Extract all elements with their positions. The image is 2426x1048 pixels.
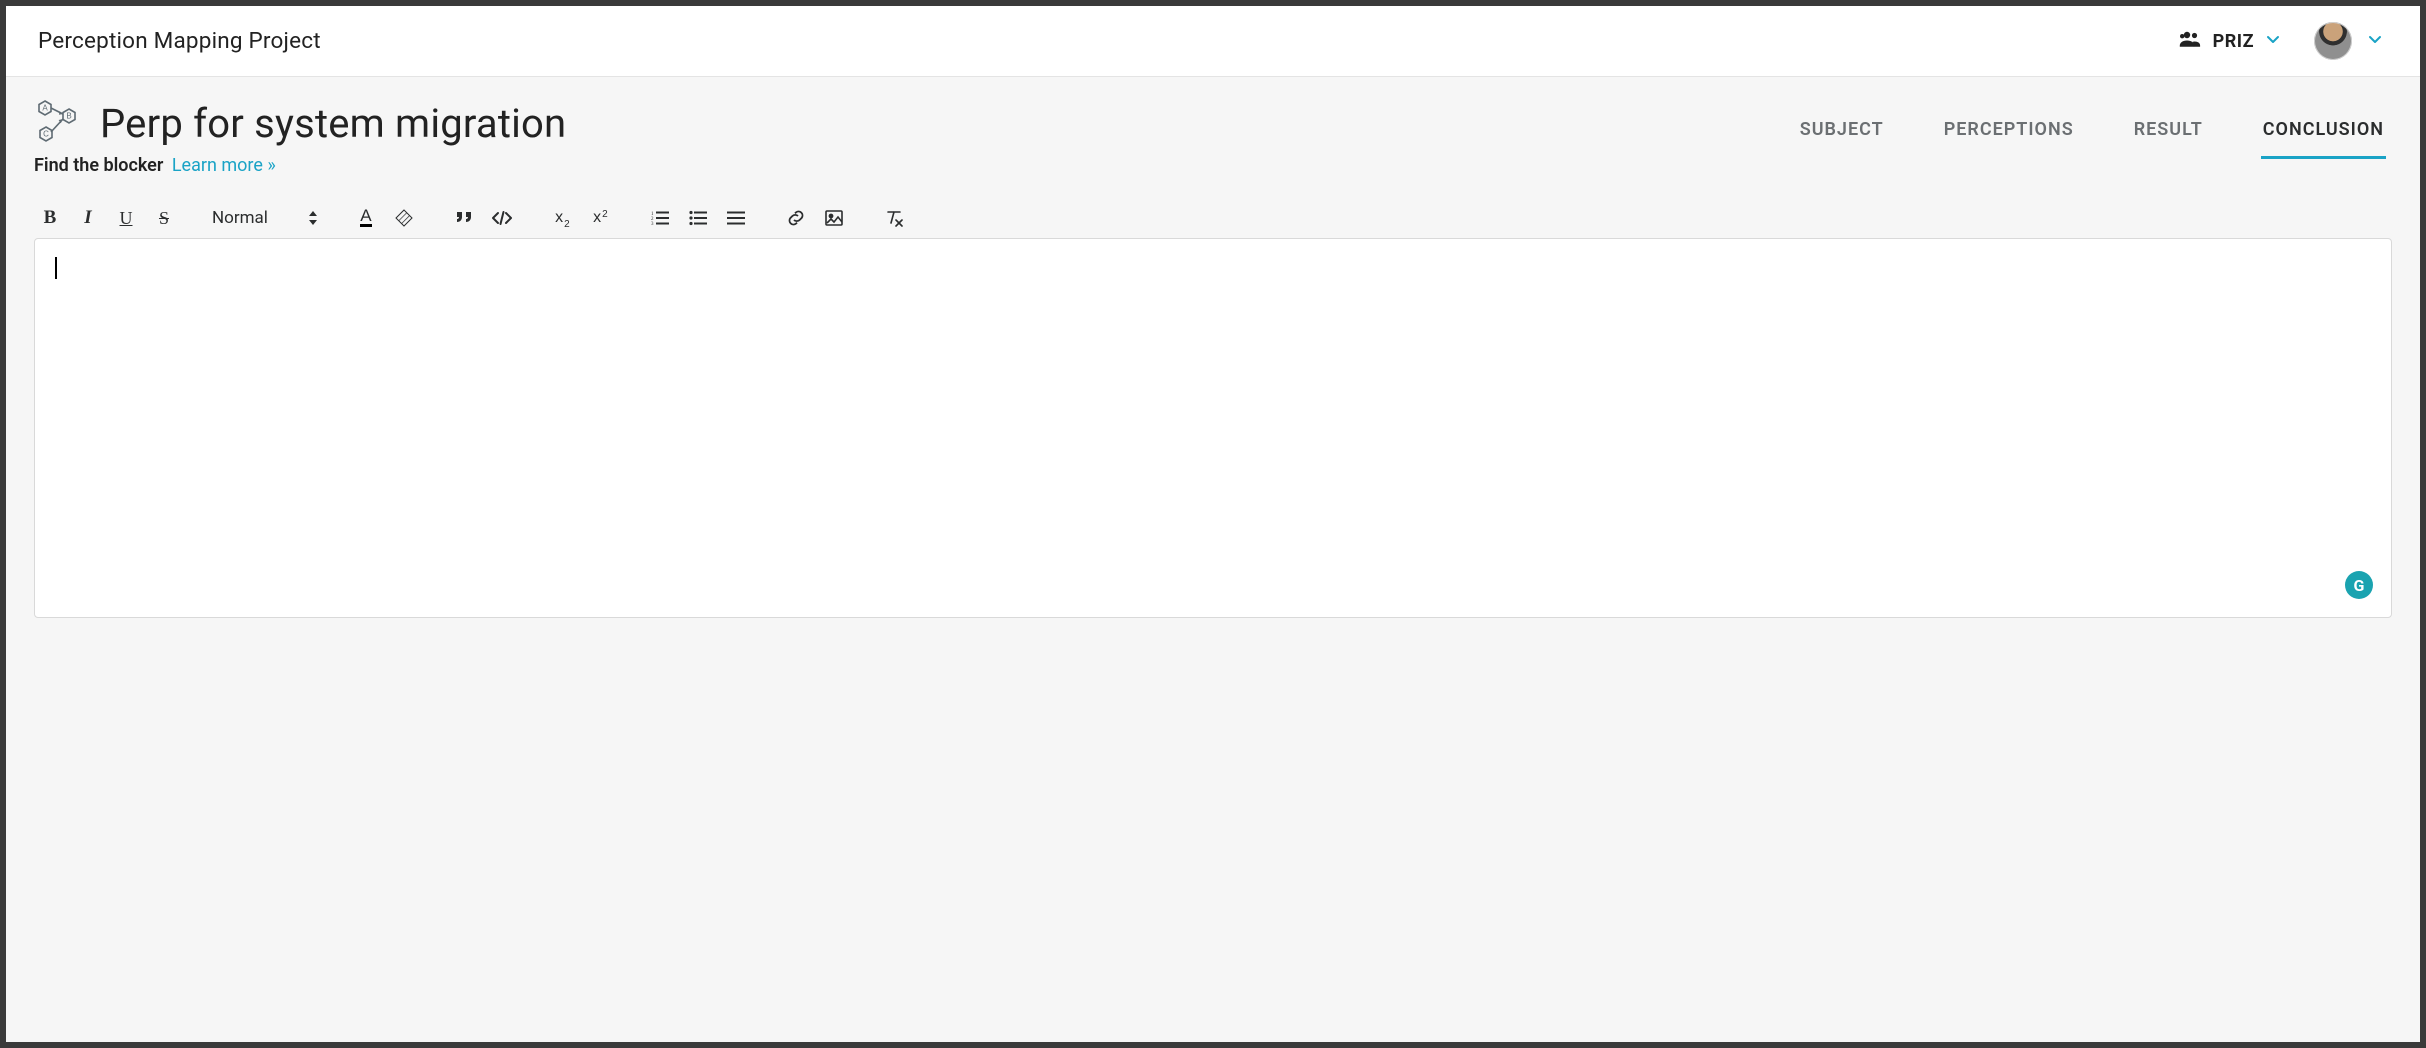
topbar-right: PRIZ <box>2173 20 2388 62</box>
toolbar-group-clear <box>882 206 906 230</box>
subtitle-strong: Find the blocker <box>34 155 163 176</box>
learn-more-link[interactable]: Learn more » <box>172 155 276 176</box>
superscript-button[interactable]: x2 <box>588 206 612 230</box>
toolbar-group-format: Normal <box>212 208 354 228</box>
svg-text:C: C <box>43 130 49 139</box>
svg-text:B: B <box>66 112 71 121</box>
toolbar-group-basic: B I U S <box>38 206 212 230</box>
select-caret-icon <box>308 210 318 226</box>
toolbar-group-insert <box>452 206 550 230</box>
blockquote-button[interactable] <box>452 206 476 230</box>
clear-format-button[interactable] <box>882 206 906 230</box>
image-button[interactable] <box>822 206 846 230</box>
tabs: SUBJECT PERCEPTIONS RESULT CONCLUSION <box>1798 99 2392 159</box>
subscript-button[interactable]: x2 <box>550 206 574 230</box>
italic-button[interactable]: I <box>76 206 100 230</box>
toolbar-group-script: x2 x2 <box>550 206 648 230</box>
editor-box: G <box>34 238 2392 618</box>
page-title-row: A B C Perp for system migration <box>34 99 566 147</box>
underline-button[interactable]: U <box>114 206 138 230</box>
toolbar-group-lists: 123 <box>648 206 784 230</box>
page-head-left: A B C Perp for system migration Find the… <box>34 99 566 176</box>
tab-conclusion[interactable]: CONCLUSION <box>2261 113 2386 159</box>
ordered-list-button[interactable]: 123 <box>648 206 672 230</box>
svg-text:3: 3 <box>651 222 654 226</box>
project-title: Perception Mapping Project <box>38 28 321 54</box>
editor-textarea[interactable] <box>55 257 2371 597</box>
toolbar-group-color: A <box>354 206 452 230</box>
chevron-down-icon <box>2264 30 2282 52</box>
page-subtitle: Find the blocker Learn more » <box>34 155 566 176</box>
avatar <box>2314 22 2352 60</box>
editor-toolbar: B I U S Normal A <box>34 202 2392 238</box>
content-area: A B C Perp for system migration Find the… <box>6 77 2420 1042</box>
workspace-label: PRIZ <box>2213 31 2254 52</box>
code-block-button[interactable] <box>490 206 514 230</box>
topbar: Perception Mapping Project PRIZ <box>6 6 2420 77</box>
grammarly-badge[interactable]: G <box>2345 571 2373 599</box>
link-button[interactable] <box>784 206 808 230</box>
text-cursor <box>55 257 57 279</box>
svg-text:A: A <box>42 104 48 113</box>
format-select[interactable]: Normal <box>212 208 318 228</box>
tab-perceptions[interactable]: PERCEPTIONS <box>1942 113 2076 159</box>
bullet-list-button[interactable] <box>686 206 710 230</box>
format-select-label: Normal <box>212 208 268 228</box>
workspace-switcher[interactable]: PRIZ <box>2173 26 2288 56</box>
grammarly-glyph: G <box>2354 576 2365 595</box>
bold-button[interactable]: B <box>38 206 62 230</box>
app-frame: Perception Mapping Project PRIZ <box>6 6 2420 1042</box>
page-title: Perp for system migration <box>100 100 566 147</box>
editor: B I U S Normal A <box>34 202 2392 618</box>
toolbar-group-media <box>784 206 882 230</box>
user-menu[interactable] <box>2310 20 2388 62</box>
text-color-button[interactable]: A <box>354 206 378 230</box>
tab-subject[interactable]: SUBJECT <box>1798 113 1886 159</box>
strike-button[interactable]: S <box>152 206 176 230</box>
indent-button[interactable] <box>724 206 748 230</box>
perception-mapping-icon: A B C <box>34 99 82 147</box>
tab-result[interactable]: RESULT <box>2132 113 2205 159</box>
background-color-button[interactable] <box>392 206 416 230</box>
users-icon <box>2179 30 2203 52</box>
chevron-down-icon <box>2366 30 2384 52</box>
page-head: A B C Perp for system migration Find the… <box>34 99 2392 176</box>
